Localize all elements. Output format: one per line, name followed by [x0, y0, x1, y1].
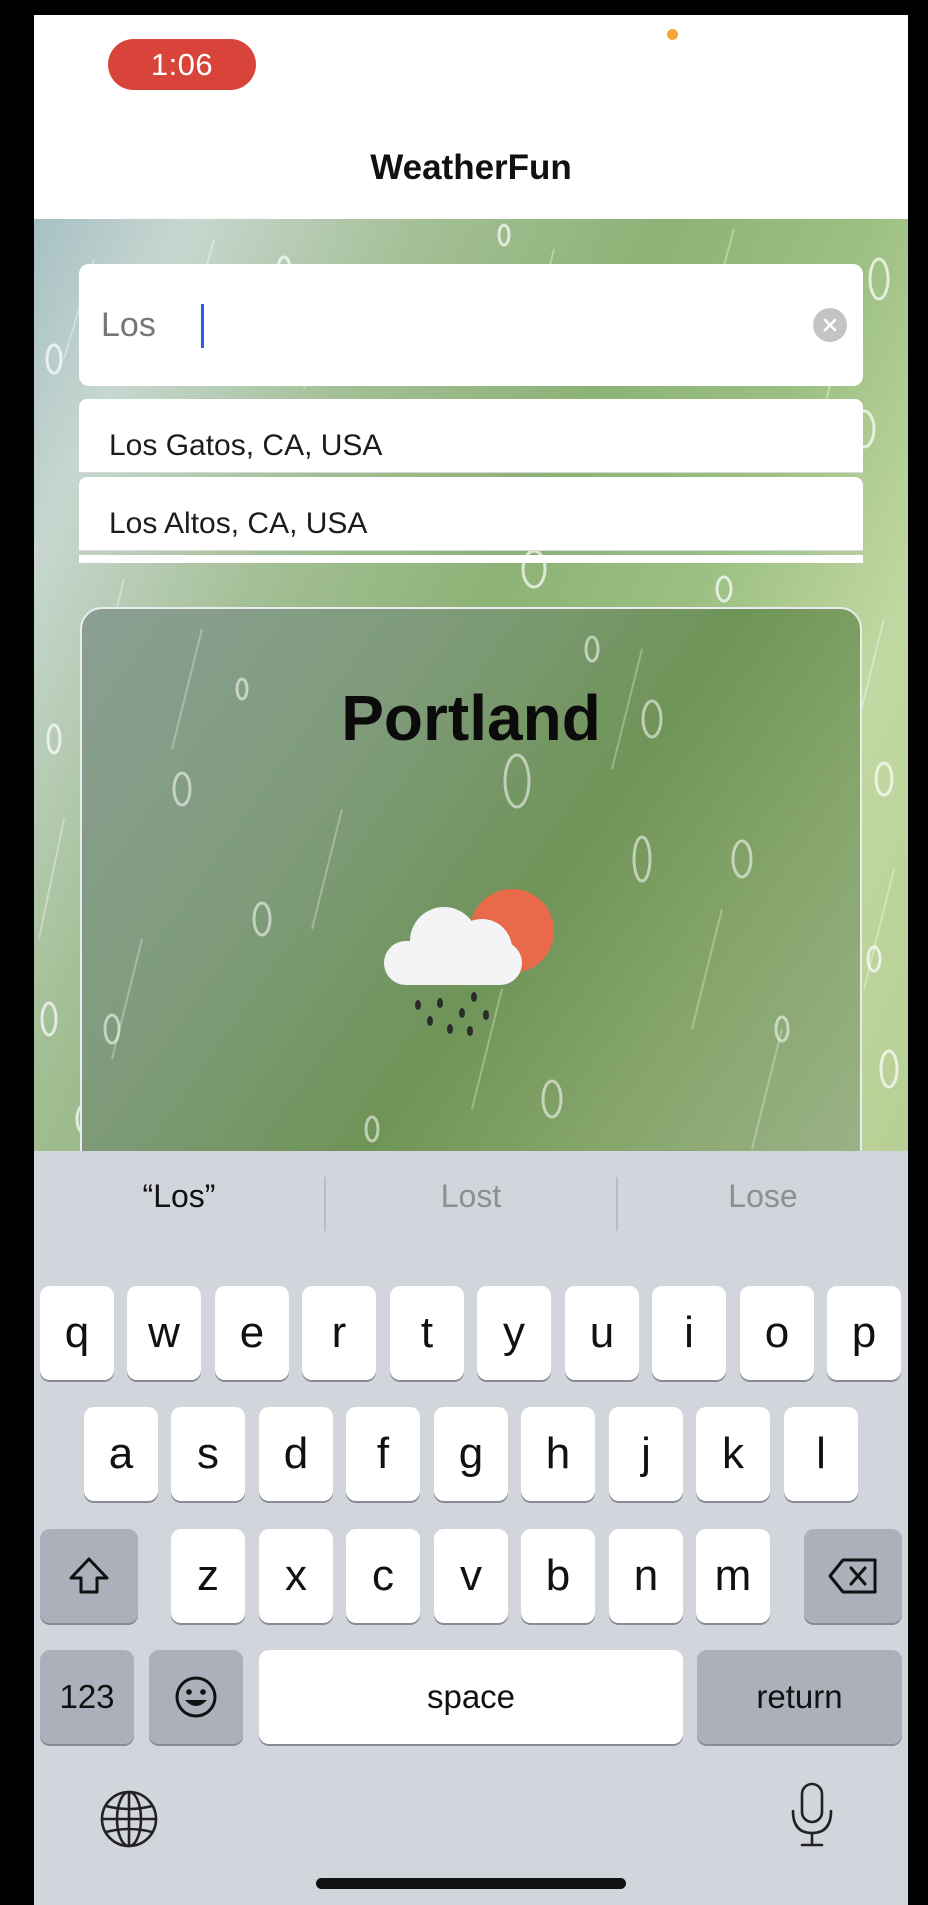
status-time: 1:06	[108, 39, 256, 90]
clear-search-button[interactable]	[813, 308, 847, 342]
key-y[interactable]: y	[477, 1286, 551, 1380]
key-q[interactable]: q	[40, 1286, 114, 1380]
search-input[interactable]	[101, 298, 741, 352]
key-j[interactable]: j	[609, 1407, 683, 1501]
key-a[interactable]: a	[84, 1407, 158, 1501]
emoji-key[interactable]	[149, 1650, 243, 1744]
city-name: Portland	[341, 682, 601, 754]
shift-key[interactable]	[40, 1529, 138, 1623]
home-indicator[interactable]	[316, 1878, 626, 1889]
emoji-icon	[175, 1676, 217, 1718]
prediction-3[interactable]: Lose	[618, 1151, 908, 1241]
key-h[interactable]: h	[521, 1407, 595, 1501]
key-e[interactable]: e	[215, 1286, 289, 1380]
key-w[interactable]: w	[127, 1286, 201, 1380]
key-r[interactable]: r	[302, 1286, 376, 1380]
globe-icon[interactable]	[98, 1788, 160, 1850]
key-t[interactable]: t	[390, 1286, 464, 1380]
weather-card: Portland	[80, 607, 862, 1207]
key-l[interactable]: l	[784, 1407, 858, 1501]
phone-screen: 1:06 WeatherFun Los Los Gatos, CA, USA L…	[34, 15, 908, 1905]
delete-key[interactable]	[804, 1529, 902, 1623]
suggestion-label: Los Gatos, CA, USA	[109, 429, 383, 462]
nav-title: WeatherFun	[370, 148, 572, 187]
privacy-indicator-dot	[667, 29, 678, 40]
partly-cloudy-rain-icon	[384, 889, 554, 1036]
key-m[interactable]: m	[696, 1529, 770, 1623]
keyboard: “Los” Lost Lose q w e r t y u i o p a s …	[34, 1151, 908, 1905]
suggestion-item[interactable]: Los Gatos, CA, USA	[79, 399, 863, 473]
key-o[interactable]: o	[740, 1286, 814, 1380]
close-icon	[823, 318, 837, 332]
key-v[interactable]: v	[434, 1529, 508, 1623]
key-p[interactable]: p	[827, 1286, 901, 1380]
suggestion-list-edge	[79, 555, 863, 563]
key-x[interactable]: x	[259, 1529, 333, 1623]
key-u[interactable]: u	[565, 1286, 639, 1380]
key-b[interactable]: b	[521, 1529, 595, 1623]
key-i[interactable]: i	[652, 1286, 726, 1380]
key-k[interactable]: k	[696, 1407, 770, 1501]
numbers-key[interactable]: 123	[40, 1650, 134, 1744]
suggestion-label: Los Altos, CA, USA	[109, 507, 368, 540]
return-key[interactable]: return	[697, 1650, 902, 1744]
backspace-icon	[828, 1558, 877, 1594]
suggestion-item[interactable]: Los Altos, CA, USA	[79, 477, 863, 551]
key-z[interactable]: z	[171, 1529, 245, 1623]
search-field[interactable]	[79, 264, 863, 386]
prediction-2[interactable]: Lost	[326, 1151, 616, 1241]
key-f[interactable]: f	[346, 1407, 420, 1501]
key-n[interactable]: n	[609, 1529, 683, 1623]
key-c[interactable]: c	[346, 1529, 420, 1623]
text-caret	[201, 304, 204, 348]
prediction-1[interactable]: “Los”	[34, 1151, 324, 1241]
key-s[interactable]: s	[171, 1407, 245, 1501]
space-key[interactable]: space	[259, 1650, 683, 1744]
microphone-icon[interactable]	[788, 1781, 836, 1849]
shift-arrow-icon	[69, 1557, 109, 1594]
key-g[interactable]: g	[434, 1407, 508, 1501]
key-d[interactable]: d	[259, 1407, 333, 1501]
